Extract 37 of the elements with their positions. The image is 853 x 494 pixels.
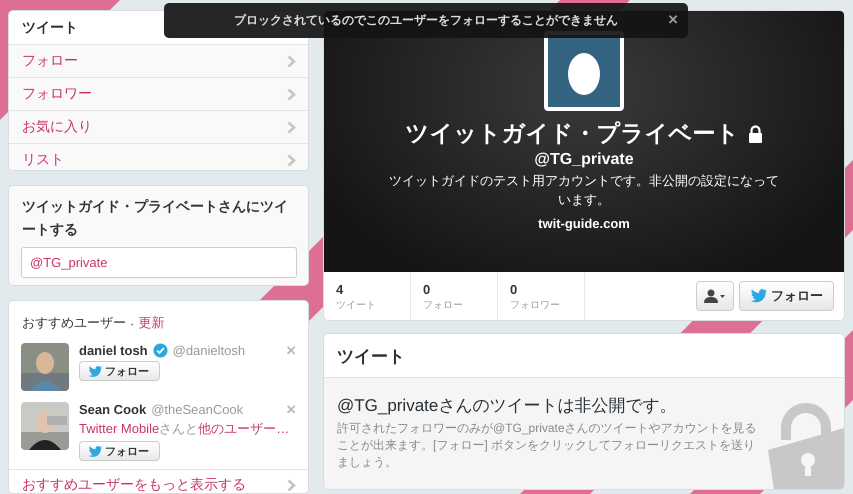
context-link[interactable]: Twitter Mobile — [79, 421, 160, 436]
refresh-link[interactable]: 更新 — [138, 314, 164, 332]
context-link[interactable]: 他のユーザー… — [198, 421, 290, 436]
user-actions-button[interactable] — [696, 281, 734, 311]
user-name[interactable]: daniel tosh — [79, 343, 148, 358]
compose-title: ツイットガイド・プライベートさんにツイートする — [21, 197, 289, 239]
chevron-icon — [287, 54, 296, 68]
stat-item[interactable]: 0 フォロー — [411, 272, 498, 320]
notice-heading: @TG_privateさんのツイートは非公開です。 — [337, 395, 678, 417]
tweet-input-field[interactable]: @TG_private — [21, 247, 297, 278]
chevron-icon — [287, 478, 296, 492]
follow-button[interactable]: フォロー — [79, 361, 160, 382]
follow-button[interactable]: フォロー — [739, 281, 834, 311]
person-caret-icon — [704, 289, 726, 303]
separator-dot: · — [130, 316, 134, 331]
close-button[interactable]: × — [668, 10, 678, 30]
bird-icon — [750, 289, 767, 303]
chevron-icon — [287, 120, 296, 134]
user-handle: @danieltosh — [172, 343, 246, 358]
stat-item[interactable]: 4 ツイート — [324, 272, 411, 320]
stat-item[interactable]: 0 フォロワー — [498, 272, 585, 320]
profile-name: ツイットガイド・プライベート — [406, 119, 740, 148]
chevron-icon — [287, 88, 296, 100]
suggestions-title: おすすめユーザー — [22, 314, 126, 332]
context-text: さんと — [159, 421, 198, 436]
notice-description: 許可されたフォロワーのみが@TG_privateさんのツイートやアカウントを見ることが出来ます。[フォロー] ボタンをクリックしてフォローリクエストを送りましょう。 — [337, 420, 757, 471]
chevron-icon — [287, 154, 296, 166]
nav-item[interactable]: リスト — [9, 143, 308, 170]
profile-handle: @TG_private — [534, 151, 634, 169]
user-name[interactable]: Sean Cook — [79, 402, 146, 418]
follow-button[interactable]: フォロー — [79, 441, 160, 462]
user-handle: @theSeanCook — [151, 402, 244, 418]
bird-icon — [88, 446, 102, 457]
profile-bio: ツイットガイドのテスト用アカウントです。非公開の設定になっています。 — [389, 172, 779, 209]
more-suggestions-link[interactable]: おすすめユーザーをもっと表示する — [9, 469, 308, 493]
profile-url-link[interactable]: twit-guide.com — [538, 216, 630, 231]
bird-icon — [88, 366, 102, 377]
